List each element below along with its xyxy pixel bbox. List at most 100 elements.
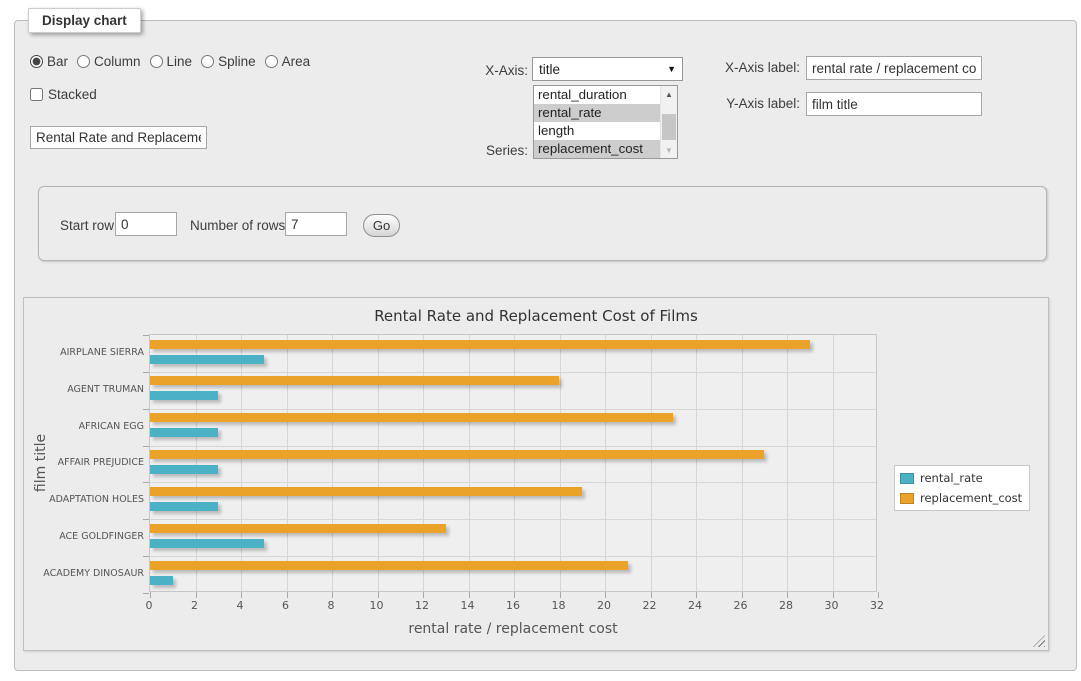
x-tick-label: 26 xyxy=(734,599,748,612)
bar-replacement_cost xyxy=(150,524,446,533)
x-tick-label: 2 xyxy=(191,599,198,612)
x-axis-select[interactable]: title ▼ xyxy=(532,57,683,81)
category-label: ACADEMY DINOSAUR xyxy=(24,555,144,592)
chart-type-radio-bar[interactable]: Bar xyxy=(30,54,68,69)
bar-replacement_cost xyxy=(150,376,559,385)
x-tickmark xyxy=(605,592,606,598)
bar-rental_rate xyxy=(150,428,218,437)
stacked-label: Stacked xyxy=(48,87,97,102)
bar-replacement_cost xyxy=(150,413,673,422)
x-tickmark xyxy=(241,592,242,598)
bar-replacement_cost xyxy=(150,561,628,570)
scrollbar-thumb[interactable] xyxy=(662,114,676,140)
series-select-label: Series: xyxy=(456,143,528,159)
x-tickmark xyxy=(833,592,834,598)
gridline xyxy=(514,335,515,591)
gridline xyxy=(423,335,424,591)
legend-row-rental_rate: rental_rate xyxy=(900,471,1022,485)
category-label: AGENT TRUMAN xyxy=(24,371,144,408)
x-tick-label: 20 xyxy=(597,599,611,612)
chart-legend: rental_rate replacement_cost xyxy=(894,465,1030,511)
x-tick-label: 4 xyxy=(237,599,244,612)
radio-label: Column xyxy=(94,54,141,69)
gridline xyxy=(241,335,242,591)
gridline xyxy=(560,335,561,591)
legend-row-replacement_cost: replacement_cost xyxy=(900,491,1022,505)
x-tickmark xyxy=(469,592,470,598)
radio-label: Line xyxy=(167,54,193,69)
x-tick-label: 24 xyxy=(688,599,702,612)
number-of-rows-label: Number of rows: xyxy=(190,218,289,234)
gridline xyxy=(332,335,333,591)
category-label: AIRPLANE SIERRA xyxy=(24,334,144,371)
bar-rental_rate xyxy=(150,391,218,400)
category-label: AFFAIR PREJUDICE xyxy=(24,445,144,482)
gridline xyxy=(150,556,876,557)
number-of-rows-input[interactable] xyxy=(285,212,347,236)
x-axis-label-input[interactable] xyxy=(806,56,982,80)
gridline xyxy=(696,335,697,591)
x-tick-label: 32 xyxy=(870,599,884,612)
scroll-down-icon[interactable]: ▼ xyxy=(661,142,677,158)
radio-input-spline[interactable] xyxy=(201,55,214,68)
gridline xyxy=(150,372,876,373)
chart-type-radio-line[interactable]: Line xyxy=(150,54,193,69)
x-tickmark xyxy=(696,592,697,598)
chart-type-radio-spline[interactable]: Spline xyxy=(201,54,256,69)
series-option-rental_duration[interactable]: rental_duration xyxy=(534,86,660,104)
gridline xyxy=(378,335,379,591)
series-option-rental_rate[interactable]: rental_rate xyxy=(534,104,660,122)
x-tickmark xyxy=(196,592,197,598)
bar-rental_rate xyxy=(150,502,218,511)
x-tickmark xyxy=(878,592,879,598)
x-tick-label: 10 xyxy=(370,599,384,612)
bar-rental_rate xyxy=(150,539,264,548)
x-tick-label: 22 xyxy=(643,599,657,612)
radio-input-column[interactable] xyxy=(77,55,90,68)
start-row-input[interactable] xyxy=(115,212,177,236)
gridline xyxy=(651,335,652,591)
radio-input-line[interactable] xyxy=(150,55,163,68)
y-axis-label-label: Y-Axis label: xyxy=(703,96,800,112)
gridline xyxy=(196,335,197,591)
radio-input-bar[interactable] xyxy=(30,55,43,68)
y-tickmark xyxy=(143,593,149,594)
legend-swatch-replacement_cost xyxy=(900,493,914,504)
y-axis-label-input[interactable] xyxy=(806,92,982,116)
chart-title: Rental Rate and Replacement Cost of Film… xyxy=(24,307,1048,325)
stacked-checkbox-row[interactable]: Stacked xyxy=(30,87,97,102)
x-tickmark xyxy=(514,592,515,598)
category-label: AFRICAN EGG xyxy=(24,408,144,445)
x-tickmark xyxy=(332,592,333,598)
gridline xyxy=(605,335,606,591)
chart-title-input[interactable] xyxy=(30,126,207,149)
gridline xyxy=(787,335,788,591)
gridline xyxy=(150,446,876,447)
series-option-replacement_cost[interactable]: replacement_cost xyxy=(534,140,660,158)
stacked-checkbox[interactable] xyxy=(30,88,43,101)
chart-type-radio-column[interactable]: Column xyxy=(77,54,141,69)
series-listbox[interactable]: rental_durationrental_ratelengthreplacem… xyxy=(533,85,678,159)
series-option-length[interactable]: length xyxy=(534,122,660,140)
gridline xyxy=(287,335,288,591)
bar-replacement_cost xyxy=(150,450,764,459)
x-tick-label: 8 xyxy=(328,599,335,612)
category-label: ADAPTATION HOLES xyxy=(24,481,144,518)
listbox-scrollbar[interactable]: ▲ ▼ xyxy=(660,86,677,158)
gridline xyxy=(469,335,470,591)
gridline xyxy=(742,335,743,591)
x-tickmark xyxy=(560,592,561,598)
x-axis-label-label: X-Axis label: xyxy=(703,60,800,76)
x-tick-label: 0 xyxy=(146,599,153,612)
x-tickmark xyxy=(150,592,151,598)
go-button[interactable]: Go xyxy=(363,214,400,237)
scroll-up-icon[interactable]: ▲ xyxy=(661,86,677,102)
legend-label: rental_rate xyxy=(920,471,983,485)
gridline xyxy=(150,519,876,520)
x-tickmark xyxy=(423,592,424,598)
x-axis-selected-value: title xyxy=(539,62,560,77)
chart-type-radio-area[interactable]: Area xyxy=(265,54,311,69)
bar-rental_rate xyxy=(150,465,218,474)
radio-input-area[interactable] xyxy=(265,55,278,68)
resize-handle-icon[interactable] xyxy=(1033,635,1045,647)
